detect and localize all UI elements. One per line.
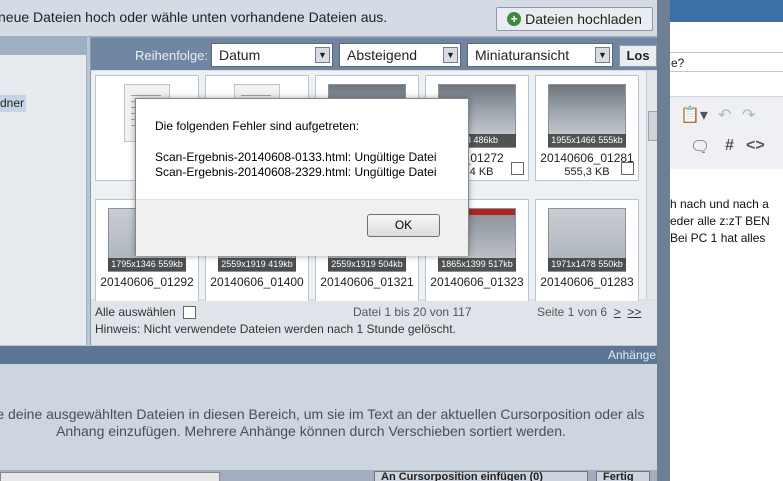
ok-button[interactable]: OK	[367, 214, 440, 237]
attachments-title: Anhänge	[607, 348, 656, 362]
page-indicator: Seite 1 von 6	[537, 305, 608, 319]
undo-icon[interactable]: ↶	[718, 105, 731, 125]
attachments-actions: An Cursorposition einfügen (0) Fertig	[0, 470, 660, 481]
thumbnail-name: 20140606_01283	[540, 275, 634, 289]
editor-line: h nach und nach a	[670, 197, 769, 211]
image-dimensions: 1795x1346 559kb	[108, 258, 186, 271]
select-all-label: Alle auswählen	[95, 305, 176, 319]
dialog-footer: OK	[136, 199, 468, 256]
upload-files-label: Dateien hochladen	[525, 11, 642, 27]
upload-files-button[interactable]: + Dateien hochladen	[496, 7, 653, 31]
view-mode-value: Miniaturansicht	[475, 47, 570, 63]
editor-titlebar	[660, 0, 783, 22]
gallery-toolbar: Reihenfolge: Datum ▼ Absteigend ▼ Miniat…	[91, 38, 659, 70]
attachment-input[interactable]	[0, 472, 220, 481]
sort-label: Reihenfolge:	[135, 48, 208, 63]
thumbnail-name: 20140606_01292	[100, 275, 194, 289]
upload-instruction: neue Dateien hoch oder wähle unten vorha…	[0, 9, 388, 25]
dialog-body: Die folgenden Fehler sind aufgetreten: S…	[136, 99, 468, 199]
editor-line: eder alle z:zT BEN	[670, 214, 770, 228]
editor-toolbar: 📋▾ ↶ ↷ 🗨 # <>	[660, 96, 783, 169]
chevron-down-icon: ▼	[315, 47, 330, 63]
sort-field-value: Datum	[219, 47, 261, 63]
go-button[interactable]: Los	[619, 45, 657, 67]
thumbnail-name: 20140606_01321	[320, 275, 414, 289]
sort-order-select[interactable]: Absteigend ▼	[339, 43, 461, 67]
thumbnail[interactable]: 1971x1478 550kb 20140606_01283	[535, 199, 639, 305]
subject-field[interactable]: e?	[666, 52, 783, 72]
image-dimensions: 1865x1399 517kb	[438, 258, 516, 271]
error-message: Scan-Ergebnis-20140608-0133.html: Ungült…	[155, 150, 437, 164]
editor-window: e? 📋▾ ↶ ↷ 🗨 # <> h nach und nach a eder …	[660, 0, 783, 481]
thumbnail[interactable]: 1955x1466 555kb 20140606_01281 555,3 KB	[535, 75, 639, 181]
sort-order-value: Absteigend	[347, 47, 418, 63]
dialog-heading: Die folgenden Fehler sind aufgetreten:	[155, 119, 360, 133]
chevron-down-icon: ▼	[595, 47, 610, 63]
image-dimensions: 1971x1478 550kb	[548, 258, 626, 271]
sort-field-select[interactable]: Datum ▼	[211, 43, 333, 67]
redo-icon[interactable]: ↷	[742, 105, 755, 125]
next-page-link[interactable]: >	[614, 305, 621, 319]
attachment-dropzone[interactable]: iehe deine ausgewählten Dateien in diese…	[0, 364, 660, 470]
window-border	[657, 0, 670, 481]
done-button[interactable]: Fertig	[596, 471, 650, 481]
folder-tree: dner	[0, 37, 87, 345]
comment-icon[interactable]: 🗨	[690, 137, 710, 157]
paste-icon[interactable]: 📋▾	[680, 105, 708, 125]
editor-line: Bei PC 1 hat alles	[670, 231, 766, 245]
chevron-down-icon: ▼	[443, 47, 458, 63]
thumbnail-checkbox[interactable]	[621, 162, 634, 175]
select-all[interactable]: Alle auswählen	[95, 305, 197, 320]
hash-icon[interactable]: #	[725, 137, 734, 155]
thumbnail-checkbox[interactable]	[511, 162, 524, 175]
last-page-link[interactable]: >>	[627, 305, 641, 319]
attachments-header: Anhänge	[0, 346, 660, 364]
upload-bar: neue Dateien hoch oder wähle unten vorha…	[0, 0, 660, 37]
thumbnail-name: 20140606_01323	[430, 275, 524, 289]
insert-at-cursor-button[interactable]: An Cursorposition einfügen (0)	[374, 471, 588, 481]
folder-header	[0, 37, 86, 55]
cleanup-hint: Hinweis: Nicht verwendete Dateien werden…	[95, 322, 456, 336]
pagination: Seite 1 von 6 > >>	[537, 305, 641, 319]
dropzone-instruction: iehe deine ausgewählten Dateien in diese…	[0, 406, 645, 439]
image-dimensions: 2559x1919 504kb	[328, 258, 406, 271]
editor-body[interactable]: h nach und nach a eder alle z:zT BEN Bei…	[670, 196, 770, 247]
code-icon[interactable]: <>	[746, 137, 765, 155]
error-dialog: Die folgenden Fehler sind aufgetreten: S…	[135, 98, 469, 256]
image-dimensions: 2559x1919 419kb	[218, 258, 296, 271]
thumbnail-name: 20140606_01400	[210, 275, 304, 289]
file-range: Datei 1 bis 20 von 117	[353, 305, 472, 319]
view-mode-select[interactable]: Miniaturansicht ▼	[467, 43, 613, 67]
select-all-checkbox[interactable]	[183, 306, 197, 320]
image-dimensions: 1955x1466 555kb	[548, 134, 626, 147]
error-message: Scan-Ergebnis-20140608-2329.html: Ungült…	[155, 165, 437, 179]
plus-icon: +	[507, 12, 522, 26]
gallery-footer: Alle auswählen Datei 1 bis 20 von 117 Se…	[91, 301, 659, 345]
folder-item[interactable]: dner	[0, 95, 26, 112]
